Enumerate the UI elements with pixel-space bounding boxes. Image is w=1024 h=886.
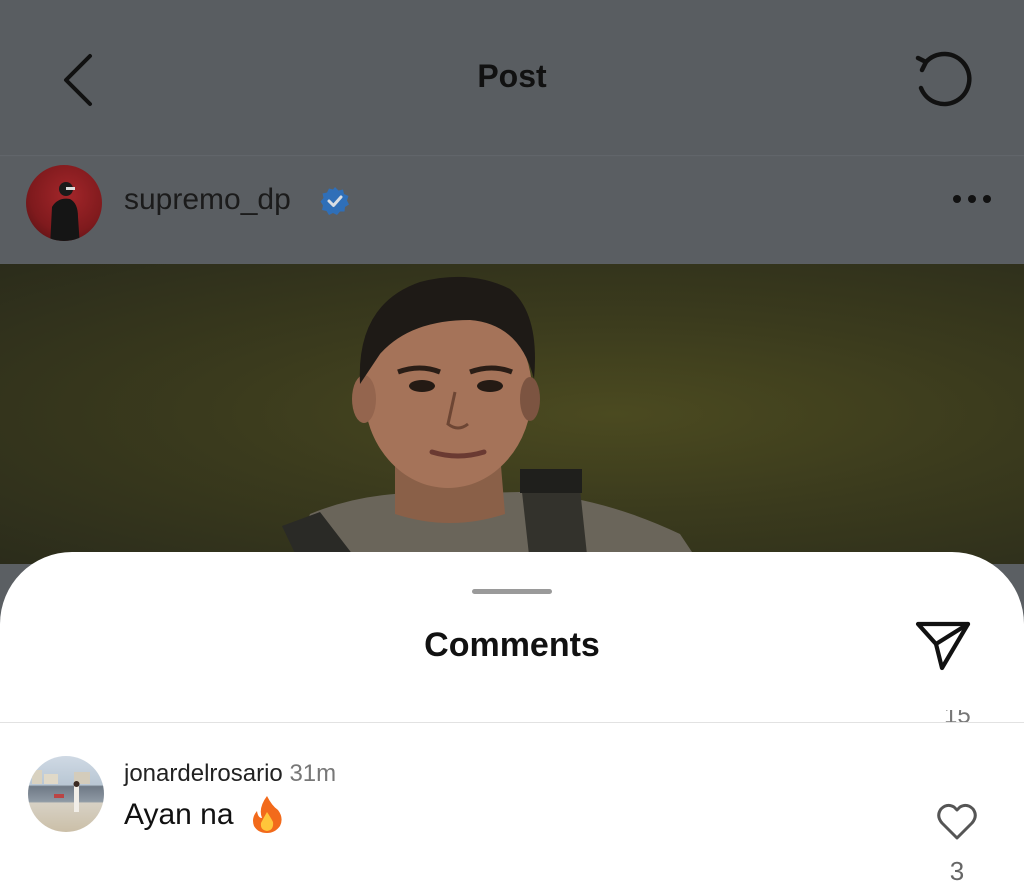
send-icon[interactable] bbox=[914, 618, 972, 672]
comment-item: jonardelrosario 31m Ayan na 3 bbox=[0, 752, 1024, 886]
post-photo-portrait bbox=[282, 276, 700, 564]
post-header: supremo_dp bbox=[0, 157, 1024, 263]
divider bbox=[0, 722, 1024, 723]
comment-time: 31m bbox=[289, 760, 337, 787]
top-bar: Post bbox=[0, 0, 1024, 156]
more-options-icon[interactable] bbox=[950, 191, 994, 207]
comment-text: Ayan na bbox=[124, 798, 234, 831]
refresh-icon[interactable] bbox=[908, 48, 978, 114]
fire-emoji bbox=[253, 796, 282, 833]
page-title: Post bbox=[477, 58, 547, 94]
commenter-avatar[interactable] bbox=[28, 756, 104, 832]
like-heart-icon[interactable] bbox=[936, 802, 978, 842]
post-photo[interactable] bbox=[0, 264, 1024, 564]
post-username[interactable]: supremo_dp bbox=[124, 183, 291, 217]
comment-like-count: 3 bbox=[949, 856, 965, 886]
avatar-figure bbox=[50, 182, 80, 241]
comment-username[interactable]: jonardelrosario bbox=[124, 760, 283, 787]
verified-badge-icon bbox=[320, 187, 349, 215]
sheet-title: Comments bbox=[424, 626, 600, 664]
partial-like-count: 15 bbox=[944, 710, 971, 729]
comment-username-row: jonardelrosario 31m bbox=[124, 760, 336, 788]
sheet-drag-handle[interactable] bbox=[472, 589, 552, 594]
comments-sheet: Comments 15 jonardelrosario 31m Ayan na bbox=[0, 552, 1024, 886]
avatar-scene bbox=[32, 770, 90, 812]
profile-avatar[interactable] bbox=[26, 165, 102, 241]
